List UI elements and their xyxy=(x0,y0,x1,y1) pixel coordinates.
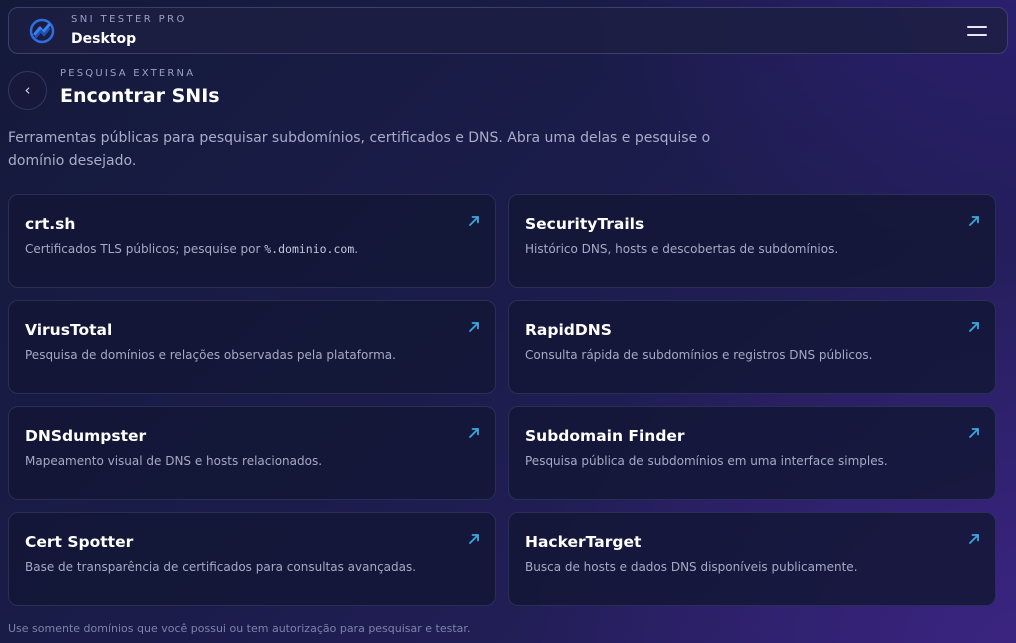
tool-description-text: Certificados TLS públicos; pesquise por xyxy=(25,242,265,256)
tool-description: Base de transparência de certificados pa… xyxy=(25,560,455,574)
tool-description-text: Pesquisa pública de subdomínios em uma i… xyxy=(525,454,888,468)
external-link-arrow-icon[interactable] xyxy=(968,533,980,545)
page-title: Encontrar SNIs xyxy=(60,85,220,107)
hamburger-menu-icon[interactable] xyxy=(967,24,987,38)
tool-description-text: Busca de hosts e dados DNS disponíveis p… xyxy=(525,560,858,574)
tool-description-text: Base de transparência de certificados pa… xyxy=(25,560,417,574)
back-button[interactable]: ‹ xyxy=(8,71,47,110)
tool-card[interactable]: HackerTarget Busca de hosts e dados DNS d… xyxy=(508,512,996,606)
tool-description: Certificados TLS públicos; pesquise por … xyxy=(25,242,455,256)
tool-card[interactable]: Cert Spotter Base de transparência de cer… xyxy=(8,512,496,606)
tool-description-text: Histórico DNS, hosts e descobertas de su… xyxy=(525,242,839,256)
tool-title: RapidDNS xyxy=(525,321,612,339)
external-link-arrow-icon[interactable] xyxy=(968,427,980,439)
tool-title: DNSdumpster xyxy=(25,427,147,445)
page-eyebrow: PESQUISA EXTERNA xyxy=(60,68,196,79)
tool-card[interactable]: Subdomain Finder Pesquisa pública de subd… xyxy=(508,406,996,500)
tool-description: Pesquisa de domínios e relações observad… xyxy=(25,348,455,362)
external-link-arrow-icon[interactable] xyxy=(968,321,980,333)
tools-grid: crt.sh Certificados TLS públicos; pesquis… xyxy=(8,194,996,606)
tool-title: Cert Spotter xyxy=(25,533,134,551)
tool-title: Subdomain Finder xyxy=(525,427,685,445)
tool-description-text: Consulta rápida de subdomínios e registr… xyxy=(525,348,873,362)
tool-description-text: Pesquisa de domínios e relações observad… xyxy=(25,348,396,362)
external-link-arrow-icon[interactable] xyxy=(968,215,980,227)
tool-description: Busca de hosts e dados DNS disponíveis p… xyxy=(525,560,955,574)
external-link-arrow-icon[interactable] xyxy=(468,215,480,227)
external-link-arrow-icon[interactable] xyxy=(468,533,480,545)
logo-icon xyxy=(29,18,55,44)
tool-card[interactable]: VirusTotal Pesquisa de domínios e relaçõe… xyxy=(8,300,496,394)
tool-description: Pesquisa pública de subdomínios em uma i… xyxy=(525,454,955,468)
tool-description: Consulta rápida de subdomínios e registr… xyxy=(525,348,955,362)
footer-note: Use somente domínios que você possui ou … xyxy=(8,622,471,635)
tool-description: Histórico DNS, hosts e descobertas de su… xyxy=(525,242,955,256)
app-subtitle: Desktop xyxy=(71,31,137,47)
external-link-arrow-icon[interactable] xyxy=(468,427,480,439)
tool-description-text: Mapeamento visual de DNS e hosts relacio… xyxy=(25,454,323,468)
tool-description-code: %.dominio.com xyxy=(264,242,355,256)
tool-title: VirusTotal xyxy=(25,321,113,339)
tool-card[interactable]: RapidDNS Consulta rápida de subdomínios e… xyxy=(508,300,996,394)
tool-card[interactable]: SecurityTrails Histórico DNS, hosts e des… xyxy=(508,194,996,288)
tool-description: Mapeamento visual de DNS e hosts relacio… xyxy=(25,454,455,468)
tool-card[interactable]: crt.sh Certificados TLS públicos; pesquis… xyxy=(8,194,496,288)
top-bar: SNI TESTER PRO Desktop xyxy=(8,7,1008,54)
intro-text: Ferramentas públicas para pesquisar subd… xyxy=(8,130,711,169)
tool-description-suffix: . xyxy=(354,242,359,256)
tool-title: HackerTarget xyxy=(525,533,642,551)
tool-title: SecurityTrails xyxy=(525,215,645,233)
external-link-arrow-icon[interactable] xyxy=(468,321,480,333)
tool-card[interactable]: DNSdumpster Mapeamento visual de DNS e ho… xyxy=(8,406,496,500)
app-name: SNI TESTER PRO xyxy=(71,14,187,25)
tool-title: crt.sh xyxy=(25,215,76,233)
